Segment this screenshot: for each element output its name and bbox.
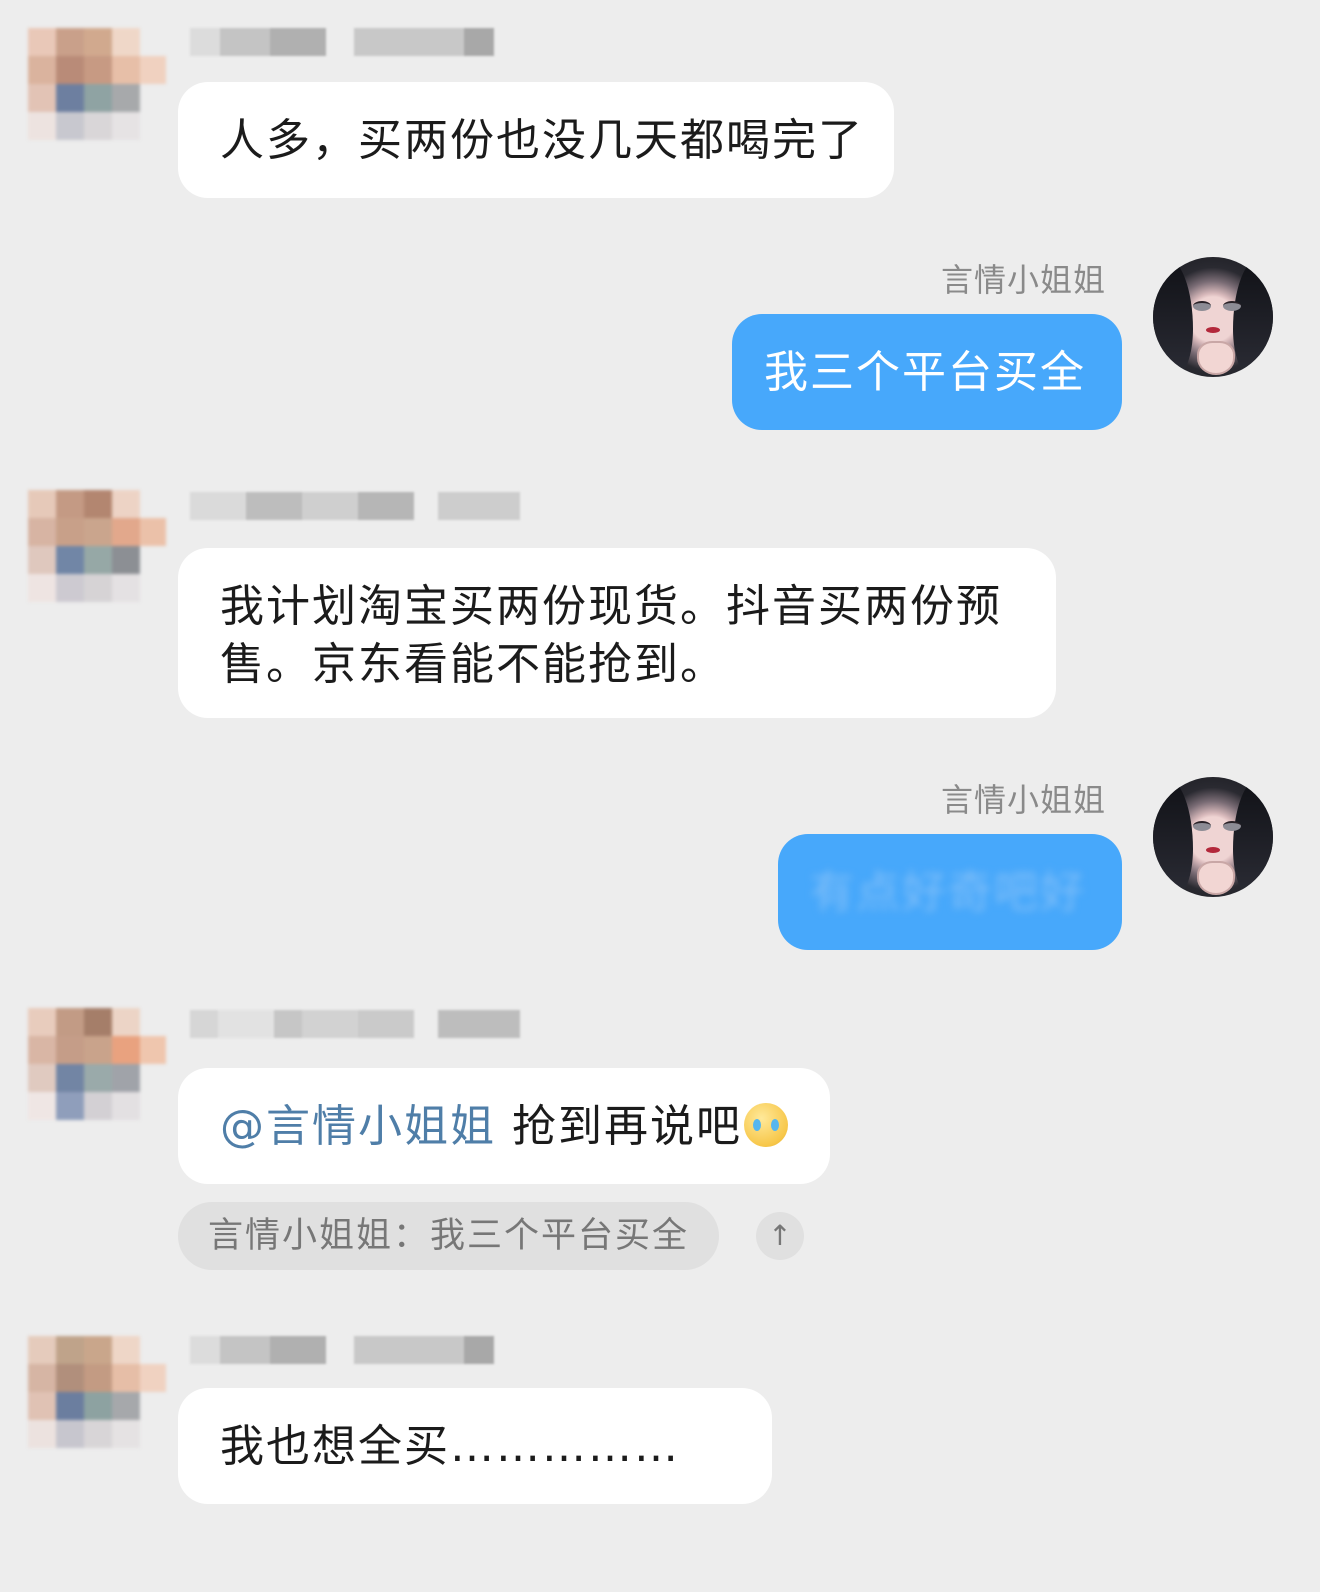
quoted-message[interactable]: 言情小姐姐：我三个平台买全 — [178, 1202, 720, 1270]
avatar[interactable] — [28, 28, 166, 158]
message-text: 抢到再说吧 — [496, 1101, 742, 1152]
message-bubble[interactable]: 我计划淘宝买两份现货。抖音买两份预 售。京东看能不能抢到。 — [178, 548, 1056, 718]
sender-name: 言情小姐姐 — [940, 781, 1106, 819]
message-bubble[interactable]: 人多，买两份也没几天都喝完了 — [178, 82, 894, 198]
message-bubble[interactable]: 有点好奇吧好 — [778, 834, 1122, 950]
jump-to-quote-icon[interactable]: ↑ — [756, 1212, 804, 1260]
message-text-redacted: 有点好奇吧好 — [810, 867, 1086, 918]
avatar[interactable] — [28, 1008, 166, 1138]
crying-face-emoji — [744, 1103, 788, 1147]
message-text: 人多，买两份也没几天都喝完了 — [220, 115, 864, 166]
chat-thread: 人多，买两份也没几天都喝完了 言情小姐姐 我三个平台买全 我计划淘宝买两份现货。… — [0, 0, 1320, 1592]
avatar[interactable] — [1153, 777, 1273, 897]
quote-text: 我三个平台买全 — [430, 1216, 690, 1256]
sender-name-redacted — [190, 492, 520, 522]
message-text: 我三个平台买全 — [764, 347, 1086, 398]
message-bubble[interactable]: 我也想全买…………… — [178, 1388, 772, 1504]
sender-name-redacted — [190, 28, 520, 58]
quote-author: 言情小姐姐 — [208, 1216, 394, 1256]
avatar[interactable] — [28, 1336, 166, 1466]
sender-name: 言情小姐姐 — [940, 261, 1106, 299]
mention-link[interactable]: @言情小姐姐 — [220, 1101, 496, 1152]
avatar[interactable] — [1153, 257, 1273, 377]
message-bubble[interactable]: 我三个平台买全 — [732, 314, 1122, 430]
sender-name-redacted — [190, 1010, 520, 1040]
sender-name-redacted — [190, 1336, 520, 1366]
avatar[interactable] — [28, 490, 166, 620]
message-text-line: 我计划淘宝买两份现货。抖音买两份预 — [220, 581, 1002, 632]
quote-separator: ： — [393, 1216, 431, 1256]
message-text-line: 售。京东看能不能抢到。 — [220, 639, 726, 690]
message-text: 我也想全买…………… — [220, 1421, 680, 1472]
message-bubble[interactable]: @言情小姐姐 抢到再说吧 — [178, 1068, 830, 1184]
